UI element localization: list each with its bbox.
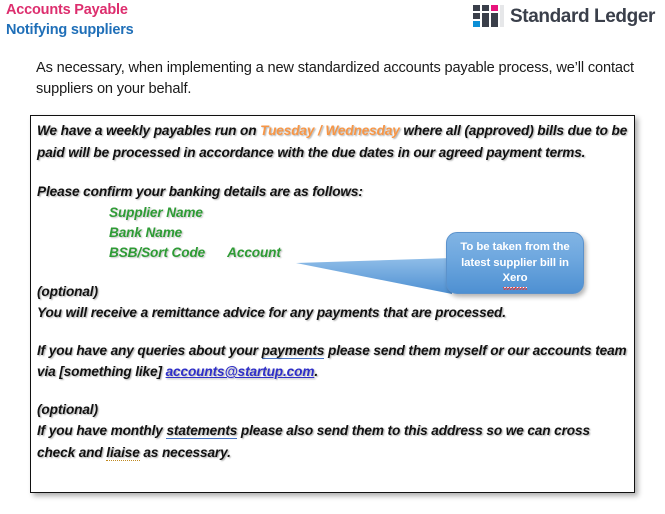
letter-paragraph-4: If you have any queries about your payme… (37, 340, 629, 383)
spellcheck-word-payments: payments (261, 342, 325, 359)
callout-box: To be taken from the latest supplier bil… (446, 232, 584, 294)
intro-paragraph: As necessary, when implementing a new st… (36, 60, 634, 97)
para5-text-c: as necessary. (139, 444, 231, 460)
grid-squares-logo-icon (473, 5, 505, 29)
letter-paragraph-3: You will receive a remittance advice for… (37, 305, 506, 320)
bank-field-account: Account (227, 244, 281, 260)
letter-paragraph-1: We have a weekly payables run on Tuesday… (37, 120, 629, 163)
page-title-secondary: Notifying suppliers (6, 22, 134, 38)
bank-field-bsb-sort-code: BSB/Sort Code (109, 244, 206, 260)
para4-text-a: If you have any queries about your (37, 342, 262, 358)
bank-field-supplier-name: Supplier Name (109, 204, 203, 220)
para1-text-before: We have a weekly payables run on (37, 123, 261, 138)
letter-paragraph-2: Please confirm your banking details are … (37, 184, 363, 199)
letter-paragraph-5: If you have monthly statements please al… (37, 420, 629, 463)
callout-text: To be taken from the latest supplier bil… (446, 240, 584, 290)
spellcheck-word-statements: statements (166, 423, 238, 439)
letter-template-box: We have a weekly payables run on Tuesday… (30, 115, 635, 493)
brand-wordmark: Standard Ledger (510, 6, 655, 27)
callout-line-3-wrap: Xero (446, 271, 584, 290)
para5-text-a: If you have monthly (37, 423, 167, 438)
optional-label-2: (optional) (37, 401, 98, 417)
page-title-primary: Accounts Payable (6, 2, 128, 18)
page-header: Accounts Payable Notifying suppliers Sta… (0, 0, 665, 50)
brand-logo: Standard Ledger (473, 3, 655, 31)
callout-line-2: latest supplier bill in (461, 256, 569, 269)
payables-run-days-highlight: Tuesday / Wednesday (260, 123, 400, 138)
para4-text-c: . (314, 364, 319, 379)
callout-app-name-xero: Xero (502, 271, 528, 290)
callout-line-1: To be taken from the (460, 241, 570, 253)
email-link[interactable]: accounts@startup.com (166, 364, 315, 379)
spellcheck-word-liaise: liaise (106, 444, 140, 461)
